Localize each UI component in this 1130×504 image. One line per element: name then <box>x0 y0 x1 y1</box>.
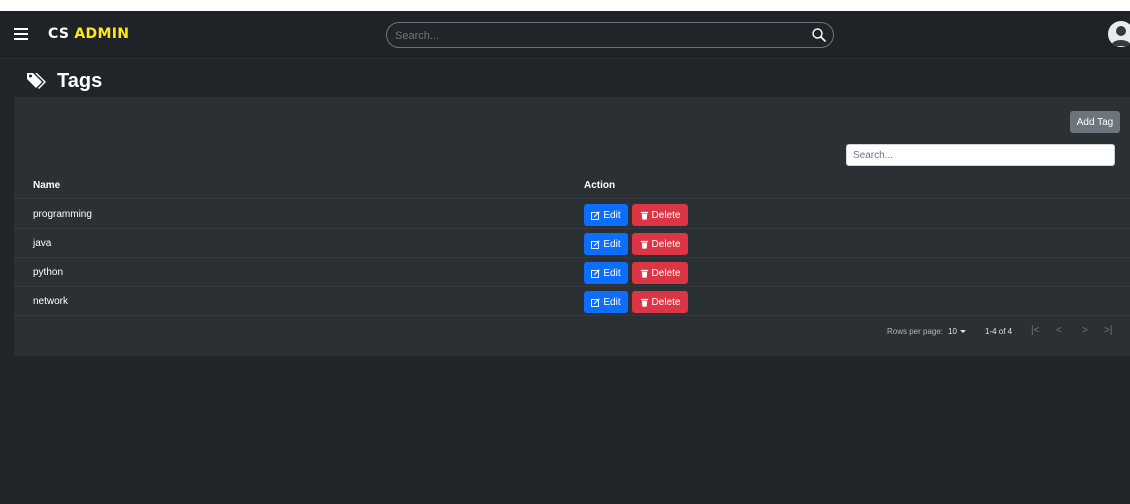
delete-button[interactable]: Delete <box>632 233 688 255</box>
edit-label: Edit <box>603 238 621 250</box>
column-header-name[interactable]: Name <box>33 180 60 191</box>
brand-text-admin: ADMIN <box>74 26 130 42</box>
add-tag-button[interactable]: Add Tag <box>1070 111 1120 133</box>
trash-icon <box>640 240 648 249</box>
pagination-range: 1-4 of 4 <box>985 327 1013 336</box>
delete-button[interactable]: Delete <box>632 262 688 284</box>
first-page-icon[interactable]: |< <box>1031 325 1039 336</box>
tag-name-cell: programming <box>33 209 92 220</box>
navbar: CS ADMIN <box>0 11 1130 59</box>
delete-label: Delete <box>651 267 681 279</box>
search-icon[interactable] <box>811 27 827 43</box>
page-title: Tags <box>26 68 102 94</box>
edit-button[interactable]: Edit <box>584 233 628 255</box>
tag-name-cell: network <box>33 296 69 307</box>
table-search-input[interactable] <box>846 144 1115 166</box>
table-row: python Edit Delete <box>14 258 1130 287</box>
next-page-icon[interactable]: > <box>1082 325 1088 336</box>
navbar-search <box>386 22 834 48</box>
user-avatar-icon[interactable] <box>1108 21 1130 47</box>
trash-icon <box>640 269 648 278</box>
tag-name-cell: java <box>33 238 52 249</box>
trash-icon <box>640 298 648 307</box>
edit-button[interactable]: Edit <box>584 262 628 284</box>
prev-page-icon[interactable]: < <box>1056 325 1062 336</box>
column-header-action: Action <box>584 180 616 191</box>
delete-button[interactable]: Delete <box>632 291 688 313</box>
hamburger-icon[interactable] <box>14 28 28 40</box>
tags-card: Add Tag Name Action programming Edit Del… <box>14 97 1130 356</box>
rows-per-page-label: Rows per page: <box>887 327 944 336</box>
table-row: network Edit Delete <box>14 287 1130 316</box>
chevron-down-icon[interactable] <box>960 330 966 333</box>
edit-icon <box>591 268 601 278</box>
tag-name-cell: python <box>33 267 64 278</box>
tags-icon <box>27 73 46 89</box>
edit-icon <box>591 210 601 220</box>
table-row: java Edit Delete <box>14 229 1130 258</box>
edit-icon <box>591 297 601 307</box>
edit-button[interactable]: Edit <box>584 204 628 226</box>
edit-label: Edit <box>603 296 621 308</box>
brand-logo[interactable]: CS ADMIN <box>48 26 129 42</box>
browser-top-strip <box>0 0 1130 11</box>
pagination: Rows per page: 10 1-4 of 4 |< < > >| <box>14 323 1130 339</box>
edit-label: Edit <box>603 209 621 221</box>
delete-label: Delete <box>651 238 681 250</box>
brand-text-cs: CS <box>48 26 70 42</box>
delete-label: Delete <box>651 209 681 221</box>
delete-label: Delete <box>651 296 681 308</box>
rows-per-page-select[interactable]: 10 <box>948 327 957 336</box>
last-page-icon[interactable]: >| <box>1104 325 1112 336</box>
table-row: programming Edit Delete <box>14 200 1130 229</box>
navbar-search-input[interactable] <box>395 27 795 45</box>
page-heading: Tags <box>57 69 103 92</box>
trash-icon <box>640 211 648 220</box>
edit-label: Edit <box>603 267 621 279</box>
edit-button[interactable]: Edit <box>584 291 628 313</box>
edit-icon <box>591 239 601 249</box>
delete-button[interactable]: Delete <box>632 204 688 226</box>
table-header: Name Action <box>14 172 1130 199</box>
